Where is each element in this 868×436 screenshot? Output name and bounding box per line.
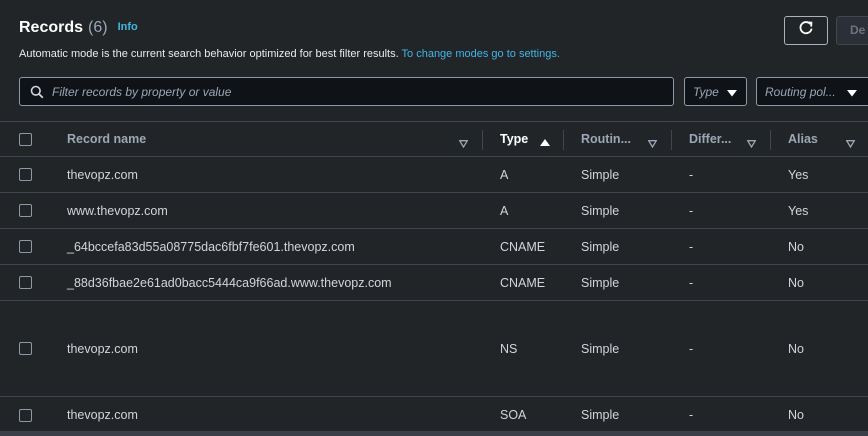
row-select-cell (19, 265, 32, 300)
record-alias: No (788, 239, 804, 254)
row-select-cell (19, 301, 32, 396)
record-type: CNAME (500, 239, 546, 254)
records-table: Record name Type Routin... Differ... Ali… (0, 121, 868, 433)
row-select-cell (19, 229, 32, 264)
search-icon (22, 85, 52, 99)
record-name[interactable]: _88d36fbae2e61ad0bacc5444ca9f66ad.www.th… (67, 265, 392, 300)
delete-record-button[interactable]: De (836, 16, 868, 45)
record-type: A (500, 203, 509, 218)
record-routing: Simple (581, 408, 620, 422)
search-mode-description: Automatic mode is the current search beh… (19, 48, 560, 60)
records-heading: Records (6) Info (19, 19, 138, 37)
record-type: A (500, 167, 509, 182)
select-all-cell (19, 122, 32, 156)
row-select-cell (19, 157, 32, 192)
type-filter-label: Type (693, 84, 719, 99)
row-select-cell (19, 397, 32, 433)
info-link[interactable]: Info (118, 21, 138, 33)
type-filter-dropdown[interactable]: Type (684, 77, 747, 106)
record-routing: Simple (581, 167, 620, 182)
column-header-alias[interactable]: Alias (788, 122, 818, 156)
column-divider[interactable] (482, 130, 483, 150)
sort-icon[interactable] (746, 135, 757, 153)
refresh-icon (798, 20, 814, 41)
column-divider[interactable] (671, 130, 672, 150)
sort-icon[interactable] (647, 135, 658, 153)
caret-down-icon (847, 87, 857, 101)
record-type: NS (500, 341, 518, 356)
row-checkbox[interactable] (19, 168, 32, 181)
table-row[interactable]: thevopz.com SOA Simple - No (0, 397, 868, 433)
record-name[interactable]: thevopz.com (67, 397, 138, 433)
record-alias: No (788, 408, 804, 422)
column-divider[interactable] (770, 130, 771, 150)
record-differentiator: - (689, 408, 694, 422)
routing-filter-label: Routing pol... (765, 84, 836, 99)
record-alias: Yes (788, 167, 809, 182)
search-field[interactable] (19, 77, 674, 106)
record-type: SOA (500, 408, 527, 422)
table-row[interactable]: thevopz.com NS Simple - No (0, 301, 868, 397)
sort-icon[interactable] (845, 135, 856, 153)
record-routing: Simple (581, 239, 620, 254)
record-routing: Simple (581, 275, 620, 290)
column-header-routing-policy[interactable]: Routin... (581, 122, 631, 156)
row-checkbox[interactable] (19, 204, 32, 217)
row-checkbox[interactable] (19, 342, 32, 355)
column-header-differentiator[interactable]: Differ... (689, 122, 731, 156)
table-header-row: Record name Type Routin... Differ... Ali… (0, 121, 868, 157)
table-row[interactable]: _88d36fbae2e61ad0bacc5444ca9f66ad.www.th… (0, 265, 868, 301)
refresh-button[interactable] (784, 16, 828, 45)
record-type: CNAME (500, 275, 546, 290)
row-checkbox[interactable] (19, 240, 32, 253)
table-row[interactable]: www.thevopz.com A Simple - Yes (0, 193, 868, 229)
record-alias: No (788, 275, 804, 290)
record-name[interactable]: thevopz.com (67, 301, 138, 396)
row-checkbox[interactable] (19, 276, 32, 289)
table-row[interactable]: _64bccefa83d55a08775dac6fbf7fe601.thevop… (0, 229, 868, 265)
records-panel: Records (6) Info Automatic mode is the c… (0, 0, 868, 436)
record-differentiator: - (689, 275, 694, 290)
routing-policy-filter-dropdown[interactable]: Routing pol... (756, 77, 868, 106)
page-title: Records (19, 19, 84, 36)
row-select-cell (19, 193, 32, 228)
column-divider[interactable] (563, 130, 564, 150)
record-routing: Simple (581, 203, 620, 218)
record-alias: Yes (788, 203, 809, 218)
settings-link[interactable]: To change modes go to settings. (402, 48, 560, 60)
description-text: Automatic mode is the current search beh… (19, 48, 399, 60)
select-all-checkbox[interactable] (19, 132, 32, 146)
record-differentiator: - (689, 203, 694, 218)
record-name[interactable]: _64bccefa83d55a08775dac6fbf7fe601.thevop… (67, 229, 355, 264)
record-differentiator: - (689, 239, 694, 254)
table-row[interactable]: thevopz.com A Simple - Yes (0, 157, 868, 193)
record-alias: No (788, 341, 804, 356)
sort-icon[interactable] (458, 135, 469, 153)
record-differentiator: - (689, 341, 694, 356)
search-input[interactable] (52, 84, 652, 99)
record-name[interactable]: thevopz.com (67, 157, 138, 192)
column-header-record-name[interactable]: Record name (67, 122, 146, 156)
column-header-type[interactable]: Type (500, 122, 528, 156)
records-count: (6) (88, 19, 108, 36)
caret-down-icon (727, 87, 737, 101)
table-footer-scrollbar[interactable] (0, 431, 868, 436)
record-differentiator: - (689, 167, 694, 182)
record-routing: Simple (581, 341, 620, 356)
record-name[interactable]: www.thevopz.com (67, 193, 168, 228)
sort-ascending-icon[interactable] (540, 134, 550, 152)
row-checkbox[interactable] (19, 408, 32, 422)
